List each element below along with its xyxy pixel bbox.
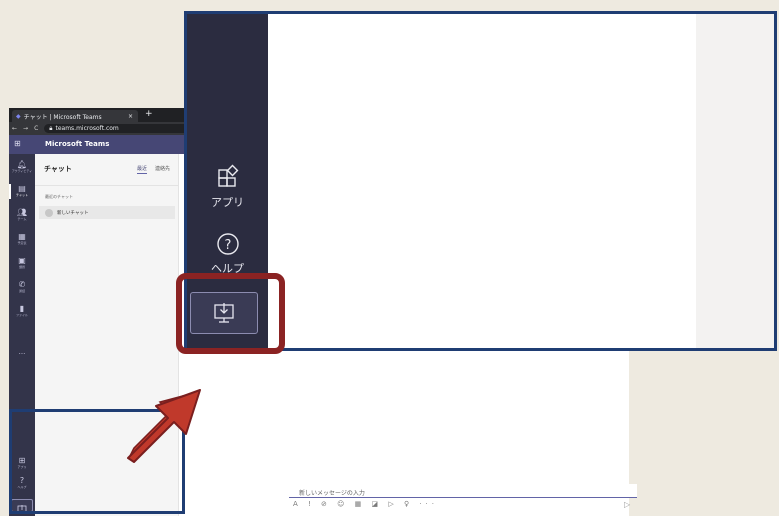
highlight-box <box>176 273 285 354</box>
rail-item-activity[interactable]: 🔔︎ アクティビティ <box>9 160 35 173</box>
more-apps-button[interactable]: ··· <box>9 350 35 358</box>
apps-label: アプリ <box>211 196 244 209</box>
back-icon[interactable]: ← <box>12 125 17 132</box>
send-icon[interactable]: ▷ <box>624 500 630 509</box>
calendar-icon: ▦ <box>18 232 26 241</box>
divider <box>35 185 178 186</box>
files-icon: ▮ <box>19 304 25 313</box>
teams-icon: 👥︎ <box>16 208 28 217</box>
message-compose-box[interactable]: 新しいメッセージの入力 <box>289 484 637 498</box>
rail-item-assignments[interactable]: ▣ 課題 <box>9 256 35 269</box>
zoomed-apps-button[interactable]: アプリ <box>187 164 268 210</box>
browser-tab[interactable]: ◆ チャット | Microsoft Teams × <box>12 110 138 122</box>
teams-favicon-icon: ◆ <box>16 112 21 120</box>
pointer-arrow-icon <box>127 389 201 463</box>
reload-icon[interactable]: C <box>34 125 38 132</box>
recent-section-label[interactable]: 最近のチャット <box>45 194 73 200</box>
zoomed-right-panel <box>696 14 774 348</box>
bell-icon: 🔔︎ <box>16 160 28 169</box>
help-icon: ? <box>187 230 268 260</box>
chat-icon: ▤ <box>18 184 26 193</box>
rail-item-chat[interactable]: ▤ チャット <box>9 184 35 199</box>
rail-item-calls[interactable]: ✆ 通話 <box>9 280 35 293</box>
zoomed-help-button[interactable]: ? ヘルプ <box>187 230 268 276</box>
phone-icon: ✆ <box>18 280 26 289</box>
apps-icon <box>187 164 268 194</box>
chat-item-label: 新しいチャット <box>57 210 89 216</box>
tab-close-icon[interactable]: × <box>128 113 133 120</box>
browser-tab-title: チャット | Microsoft Teams <box>23 113 102 121</box>
app-title: Microsoft Teams <box>45 140 110 148</box>
url-text: teams.microsoft.com <box>55 125 119 132</box>
compose-toolbar[interactable]: A ! ⊘ ☺ ▦ ◪ ▷ ♀ ··· <box>293 500 438 508</box>
svg-text:?: ? <box>224 238 231 253</box>
compose-placeholder: 新しいメッセージの入力 <box>299 490 365 497</box>
tab-contacts[interactable]: 連絡先 <box>155 165 170 172</box>
assignments-icon: ▣ <box>18 256 26 265</box>
tab-recent[interactable]: 最近 <box>137 165 148 174</box>
list-item-new-chat[interactable]: 新しいチャット <box>39 206 175 219</box>
rail-item-files[interactable]: ▮ ファイル <box>9 304 35 317</box>
rail-item-teams[interactable]: 👥︎ チーム <box>9 208 35 221</box>
avatar <box>45 208 53 217</box>
lock-icon: 🔒︎ <box>49 124 53 132</box>
rail-item-calendar[interactable]: ▦ 予定表 <box>9 232 35 245</box>
app-launcher-icon[interactable]: ⊞ <box>14 139 21 148</box>
chat-list-heading: チャット <box>44 165 72 173</box>
new-tab-button[interactable]: + <box>145 109 153 119</box>
forward-icon[interactable]: → <box>23 125 28 132</box>
